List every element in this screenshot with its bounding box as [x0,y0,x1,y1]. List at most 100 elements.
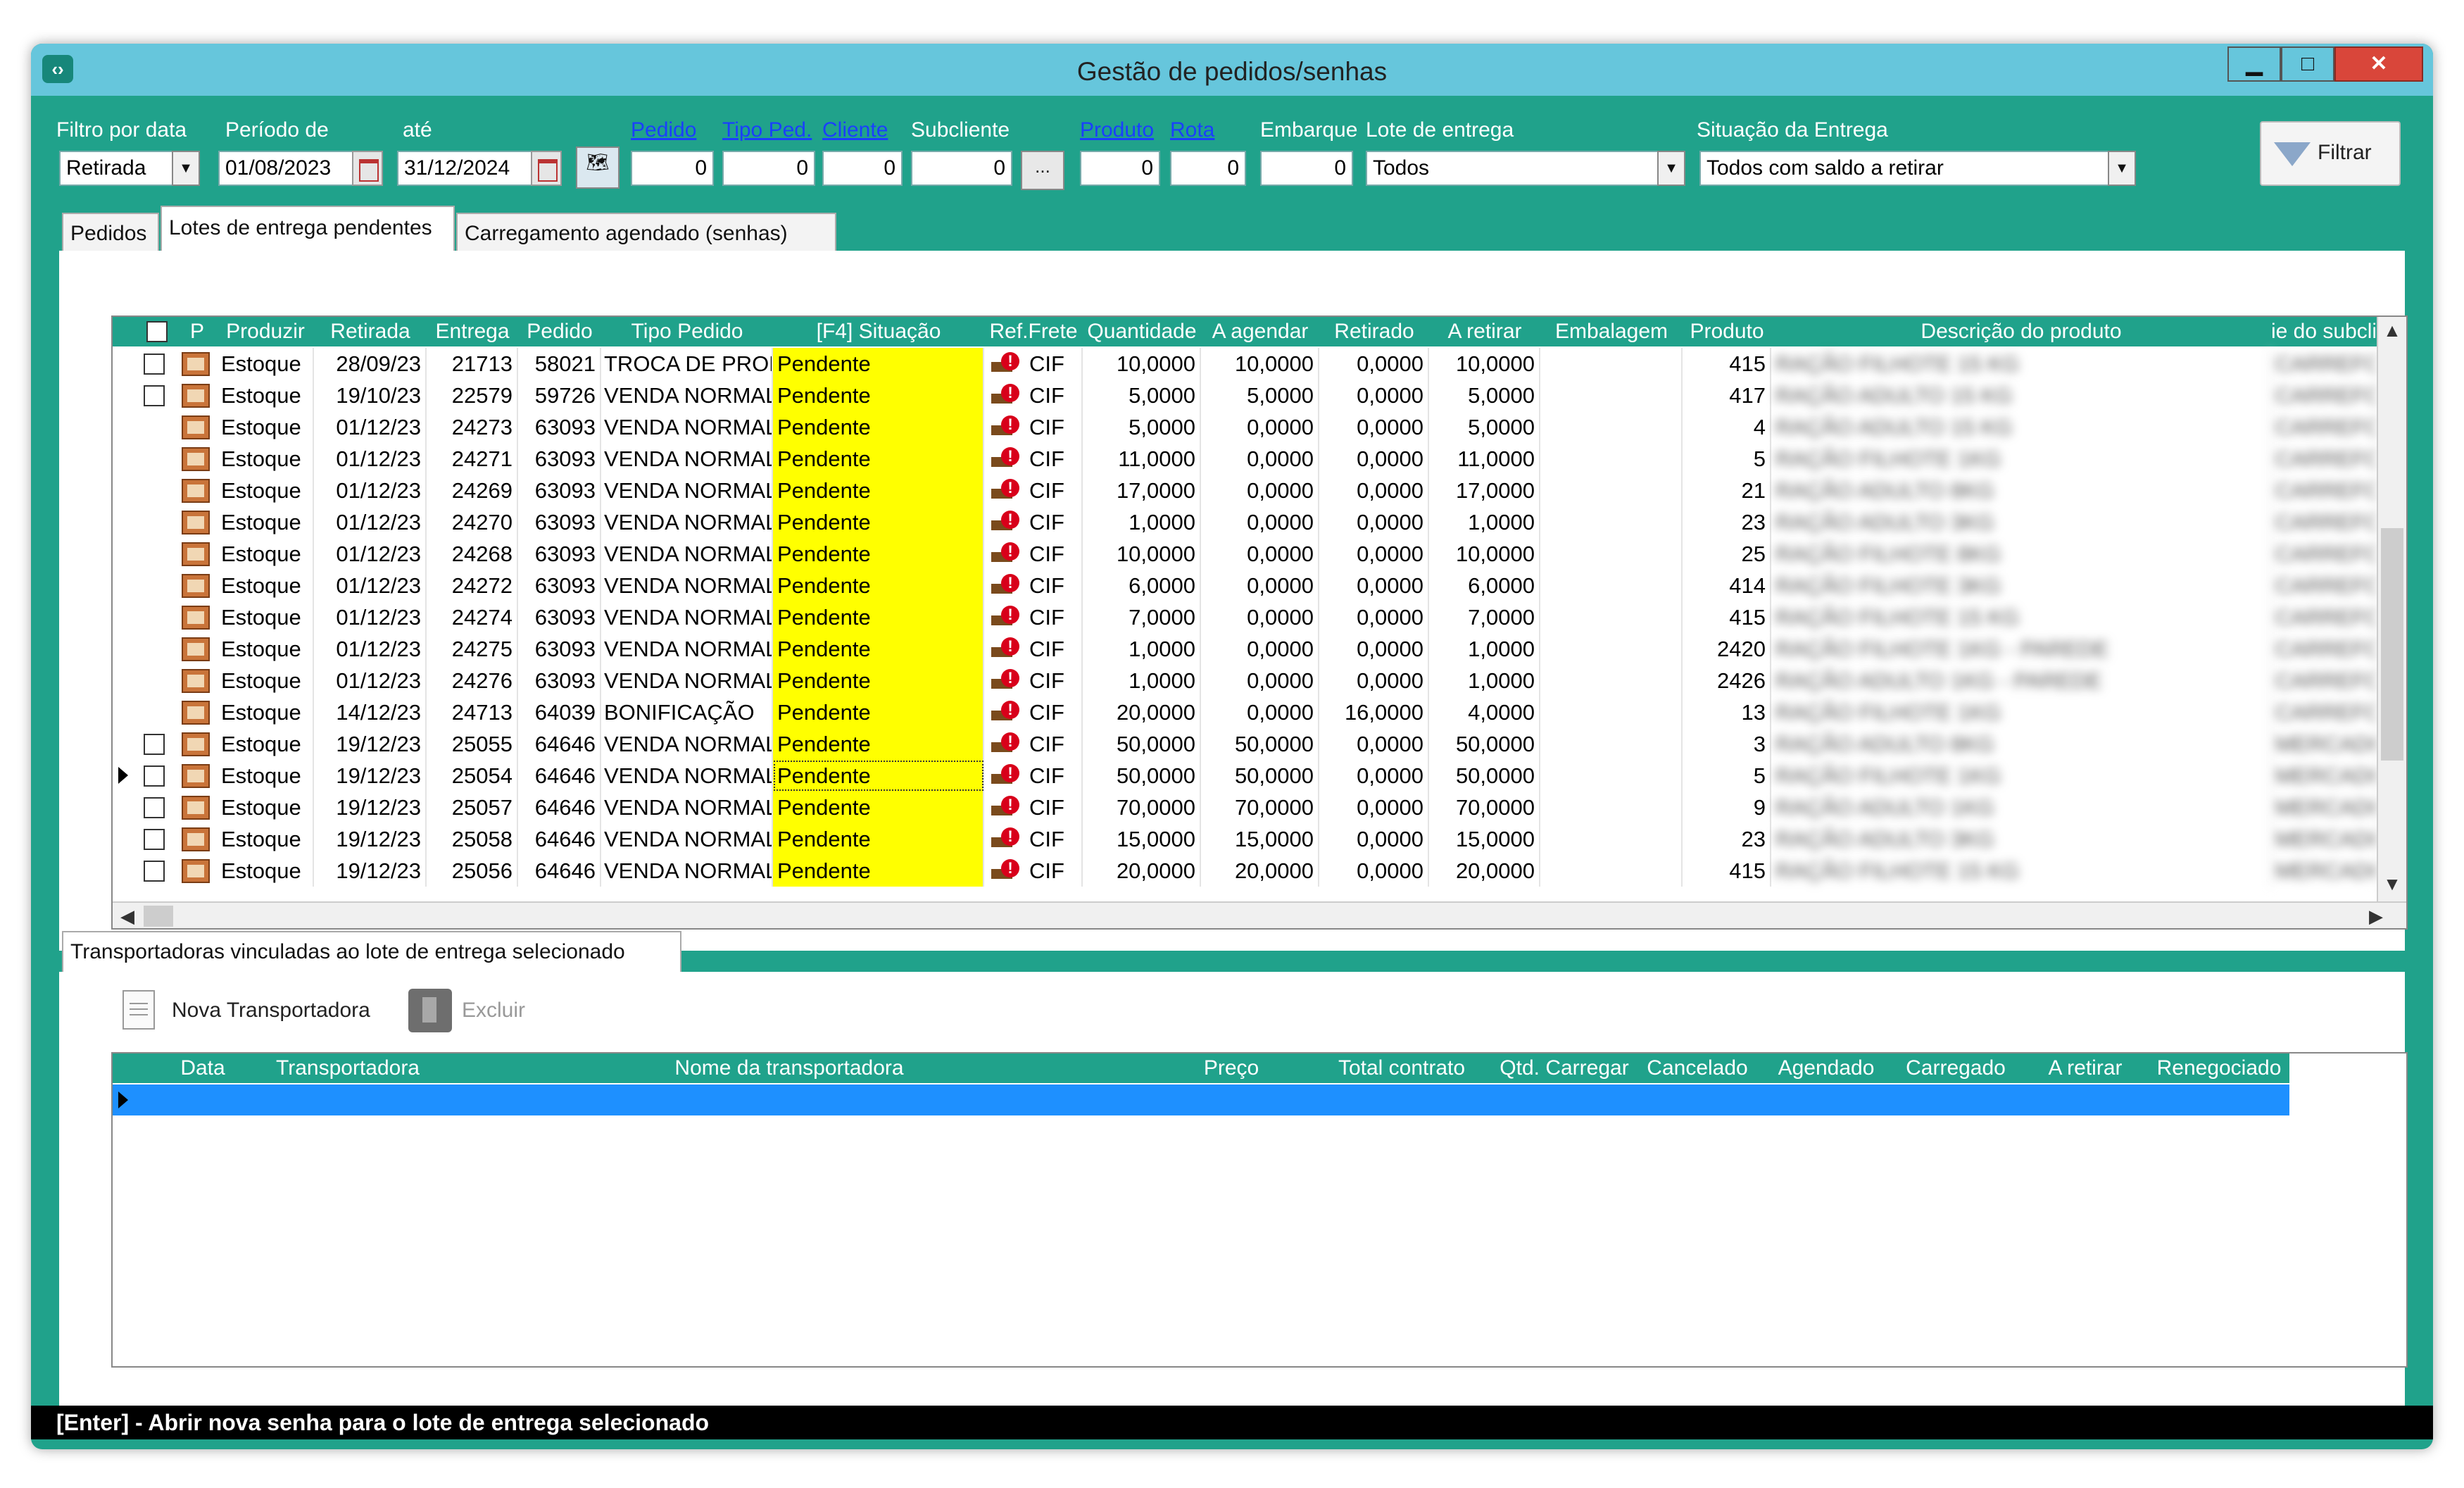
col-tipo-pedido[interactable]: Tipo Pedido [601,317,773,346]
table-row[interactable]: Estoque 01/12/23 24270 63093 VENDA NORMAL Pen… [113,506,2401,538]
scroll-right-icon[interactable]: ▶ [2365,906,2387,927]
rota-input[interactable]: 0 [1170,151,1246,186]
col-descricao[interactable]: Descrição do produto [1771,317,2271,346]
table-row[interactable]: Estoque 01/12/23 24272 63093 VENDA NORMAL Pen… [113,570,2401,601]
produto-link[interactable]: Produto [1080,118,1154,142]
col-carregado[interactable]: Carregado [1891,1054,2020,1083]
table-row[interactable]: Estoque 01/12/23 24268 63093 VENDA NORMAL Pen… [113,538,2401,570]
cell-situacao[interactable]: Pendente [773,506,984,538]
tipo-ped-link[interactable]: Tipo Ped. [722,118,812,142]
row-checkbox[interactable] [144,765,165,787]
tab-carregamento-agendado[interactable]: Carregamento agendado (senhas) [456,213,836,252]
select-all-checkbox[interactable] [146,321,168,342]
col-preco[interactable]: Preço [1155,1054,1308,1083]
col-cancelado[interactable]: Cancelado [1633,1054,1761,1083]
cliente-link[interactable]: Cliente [822,118,888,142]
col-agendado[interactable]: Agendado [1761,1054,1891,1083]
filtro-por-data-select[interactable]: Retirada [59,151,186,186]
row-checkbox[interactable] [144,354,165,375]
vertical-scrollbar[interactable]: ▲ ▼ [2377,317,2406,903]
table-row[interactable]: Estoque 14/12/23 24713 64039 BONIFICAÇÃO Pend… [113,696,2401,728]
rota-link[interactable]: Rota [1170,118,1214,142]
pedido-input[interactable]: 0 [631,151,714,186]
nova-transportadora-button[interactable]: Nova Transportadora [172,999,370,1023]
filtrar-button[interactable]: Filtrar [2260,121,2401,186]
subcliente-search-button[interactable]: ... [1021,151,1064,190]
col-produto[interactable]: Produto [1683,317,1771,346]
scroll-down-icon[interactable]: ▼ [2378,873,2406,895]
col-qtd-carregar[interactable]: Qtd. Carregar [1495,1054,1633,1083]
situacao-entrega-dropdown[interactable]: ▼ [2108,151,2136,186]
col-produzir[interactable]: Produzir [217,317,314,346]
lote-entrega-dropdown[interactable]: ▼ [1657,151,1685,186]
filtro-por-data-dropdown[interactable]: ▼ [172,151,200,186]
cliente-input[interactable]: 0 [822,151,903,186]
scroll-left-icon[interactable]: ◀ [117,906,138,927]
col-total-contrato[interactable]: Total contrato [1308,1054,1495,1083]
cell-situacao[interactable]: Pendente [773,696,984,728]
cell-situacao[interactable]: Pendente [773,348,984,380]
subcliente-input[interactable]: 0 [911,151,1012,186]
cell-situacao[interactable]: Pendente [773,570,984,601]
table-row[interactable]: Estoque 01/12/23 24276 63093 VENDA NORMAL Pen… [113,665,2401,696]
col-retirado[interactable]: Retirado [1319,317,1429,346]
cell-situacao[interactable]: Pendente [773,855,984,887]
table-row[interactable]: Estoque 19/12/23 25055 64646 VENDA NORMAL Pen… [113,728,2401,760]
table-row[interactable]: Estoque 19/12/23 25058 64646 VENDA NORMAL Pen… [113,823,2401,855]
table-row[interactable]: Estoque 19/12/23 25054 64646 VENDA NORMAL Pen… [113,760,2401,792]
cell-situacao[interactable]: Pendente [773,443,984,475]
tab-pedidos[interactable]: Pedidos [62,213,159,252]
col-a-retirar[interactable]: A retirar [1429,317,1540,346]
col-subcliente[interactable]: ie do subcli [2271,317,2384,346]
table-row[interactable]: Estoque 01/12/23 24269 63093 VENDA NORMAL Pen… [113,475,2401,506]
col-data[interactable]: Data [134,1054,272,1083]
col-p[interactable]: P [182,317,213,346]
table-row[interactable]: Estoque 01/12/23 24273 63093 VENDA NORMAL Pen… [113,411,2401,443]
row-checkbox[interactable] [144,385,165,406]
cell-situacao[interactable]: Pendente [773,601,984,633]
table-row[interactable]: Estoque 19/10/23 22579 59726 VENDA NORMAL Pen… [113,380,2401,411]
col-embalagem[interactable]: Embalagem [1540,317,1683,346]
map-icon[interactable]: 🗺 [576,146,620,189]
cell-situacao[interactable]: Pendente [773,792,984,823]
horizontal-scrollbar[interactable]: ◀ ▶ [113,901,2406,928]
col-situacao[interactable]: [F4] Situação [773,317,984,346]
cell-situacao[interactable]: Pendente [773,538,984,570]
col-nome-transportadora[interactable]: Nome da transportadora [424,1054,1155,1083]
calendar-icon[interactable] [352,151,383,186]
tab-lotes-pendentes[interactable]: Lotes de entrega pendentes [161,206,455,252]
tab-transportadoras[interactable]: Transportadoras vinculadas ao lote de en… [62,931,681,973]
vertical-scroll-thumb[interactable] [2381,528,2403,761]
cell-situacao[interactable]: Pendente [773,411,984,443]
produto-input[interactable]: 0 [1080,151,1160,186]
table-row[interactable]: Estoque 01/12/23 24271 63093 VENDA NORMAL Pen… [113,443,2401,475]
row-checkbox[interactable] [144,797,165,818]
new-document-icon[interactable] [122,990,155,1030]
col-pedido[interactable]: Pedido [518,317,601,346]
pedido-link[interactable]: Pedido [631,118,696,142]
close-button[interactable]: ✕ [2334,46,2423,82]
cell-situacao[interactable]: Pendente [773,380,984,411]
excluir-button[interactable]: Excluir [462,999,525,1023]
horizontal-scroll-thumb[interactable] [144,906,173,927]
cell-situacao[interactable]: Pendente [773,475,984,506]
row-checkbox[interactable] [144,734,165,755]
table-row[interactable]: Estoque 01/12/23 24275 63093 VENDA NORMAL Pen… [113,633,2401,665]
col-ref-frete[interactable]: Ref.Frete [984,317,1083,346]
cell-situacao[interactable]: Pendente [773,633,984,665]
embarque-input[interactable]: 0 [1260,151,1353,186]
cell-situacao[interactable]: Pendente [773,760,984,792]
cell-situacao[interactable]: Pendente [773,728,984,760]
col-retirada[interactable]: Retirada [314,317,427,346]
col-transportadora[interactable]: Transportadora [272,1054,424,1083]
calendar-icon[interactable] [531,151,562,186]
minimize-button[interactable]: ▁ [2227,46,2281,82]
row-checkbox[interactable] [144,829,165,850]
table-row[interactable]: Estoque 01/12/23 24274 63093 VENDA NORMAL Pen… [113,601,2401,633]
cell-situacao[interactable]: Pendente [773,823,984,855]
cell-situacao[interactable]: Pendente [773,665,984,696]
col-entrega[interactable]: Entrega [427,317,518,346]
col-quantidade[interactable]: Quantidade [1083,317,1201,346]
col-a-retirar-transp[interactable]: A retirar [2020,1054,2150,1083]
table-row[interactable]: Estoque 19/12/23 25056 64646 VENDA NORMAL Pen… [113,855,2401,887]
